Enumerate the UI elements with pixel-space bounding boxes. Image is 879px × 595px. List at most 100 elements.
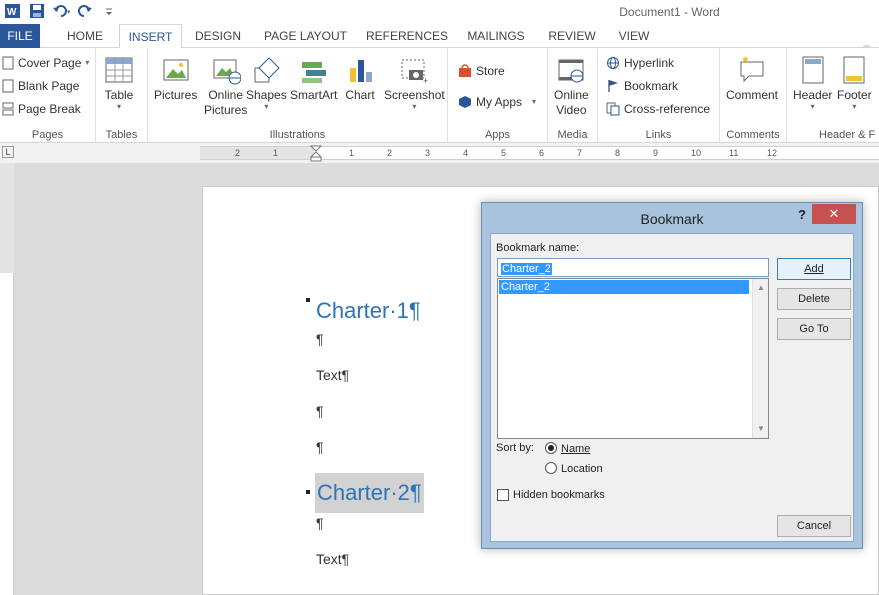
vertical-ruler-margin: [0, 163, 14, 273]
table-label: Table: [104, 88, 134, 102]
ruler-number: 10: [691, 148, 702, 158]
store-label: Store: [476, 64, 505, 78]
tab-references[interactable]: REFERENCES: [364, 24, 450, 48]
online-pictures-label-1: Online: [208, 88, 244, 102]
online-pictures-icon: [213, 59, 241, 85]
tab-file[interactable]: FILE: [0, 24, 40, 48]
online-video-button[interactable]: Online Video: [554, 54, 589, 118]
table-button[interactable]: Table ▾: [104, 54, 134, 111]
sort-by-label: Sort by:: [496, 442, 534, 454]
ruler-number: 12: [767, 148, 778, 158]
ruler-number: 8: [615, 148, 621, 158]
cover-page-label: Cover Page: [18, 56, 82, 70]
tab-insert[interactable]: INSERT: [119, 24, 182, 49]
header-label: Header: [793, 88, 833, 102]
ruler-number: 2: [387, 148, 393, 158]
tab-selector-icon[interactable]: L: [2, 146, 14, 158]
online-video-label-2: Video: [556, 103, 587, 117]
vertical-ruler[interactable]: [0, 163, 14, 595]
window-title: Document1 - Word: [619, 5, 720, 19]
bookmark-name-input[interactable]: Charter_2: [497, 258, 769, 277]
ruler-number: 1: [273, 148, 279, 158]
paragraph-text[interactable]: Text¶: [316, 551, 349, 567]
scroll-up-icon[interactable]: ▲: [753, 281, 769, 295]
cross-reference-label: Cross-reference: [624, 102, 711, 116]
online-video-icon: [558, 59, 584, 83]
paragraph-text[interactable]: Text¶: [316, 367, 349, 383]
shapes-button[interactable]: Shapes ▾: [246, 54, 287, 111]
indent-marker-icon[interactable]: [310, 145, 322, 163]
delete-button[interactable]: Delete: [777, 288, 851, 310]
ruler-number: 9: [653, 148, 659, 158]
goto-label: Go To: [799, 323, 829, 335]
tab-home[interactable]: HOME: [58, 24, 112, 48]
cancel-button[interactable]: Cancel: [777, 515, 851, 537]
paragraph-mark-bullet: [306, 490, 310, 494]
list-item[interactable]: Charter_2: [499, 280, 749, 294]
sort-name-label[interactable]: Name: [561, 443, 590, 455]
my-apps-button[interactable]: My Apps ▾: [458, 91, 536, 113]
bookmark-button[interactable]: Bookmark: [606, 75, 678, 97]
header-button[interactable]: Header ▾: [793, 54, 832, 111]
paragraph-empty[interactable]: ¶: [316, 331, 324, 347]
comment-button[interactable]: Comment: [726, 54, 778, 103]
goto-button[interactable]: Go To: [777, 318, 851, 340]
hidden-bookmarks-checkbox[interactable]: [497, 489, 509, 501]
smartart-button[interactable]: SmartArt: [290, 54, 337, 103]
sort-location-radio[interactable]: [545, 462, 557, 474]
paragraph-empty[interactable]: ¶: [316, 515, 324, 531]
horizontal-ruler[interactable]: 2 1 1 2 3 4 5 6 7 8 9 10 11 12: [200, 145, 879, 163]
group-links: Hyperlink Bookmark Cross-reference Links: [598, 48, 720, 143]
hyperlink-icon: [607, 57, 619, 69]
blank-page-button[interactable]: Blank Page: [2, 75, 79, 97]
tab-page-layout[interactable]: PAGE LAYOUT: [258, 24, 353, 48]
group-label-links: Links: [645, 129, 672, 141]
group-label-apps: Apps: [484, 129, 511, 141]
help-icon[interactable]: ?: [798, 207, 806, 222]
tab-mailings[interactable]: MAILINGS: [462, 24, 530, 48]
group-comments: Comment Comments: [720, 48, 787, 143]
footer-button[interactable]: Footer ▾: [837, 54, 872, 111]
bookmark-icon: [608, 80, 618, 92]
group-header-footer: Header ▾ Footer ▾ Header & F: [787, 48, 879, 143]
blank-page-label: Blank Page: [18, 79, 80, 93]
group-apps: Store My Apps ▾ Apps: [448, 48, 548, 143]
screenshot-icon: +: [401, 59, 429, 86]
add-button[interactable]: Add: [777, 258, 851, 280]
pictures-button[interactable]: Pictures: [154, 54, 197, 103]
smartart-icon: [301, 62, 326, 83]
ruler-number: 4: [463, 148, 469, 158]
chart-button[interactable]: Chart: [345, 54, 375, 103]
delete-label: Delete: [798, 293, 830, 305]
list-scrollbar[interactable]: ▲ ▼: [752, 279, 768, 438]
tab-design[interactable]: DESIGN: [190, 24, 246, 48]
screenshot-button[interactable]: + Screenshot ▾: [384, 54, 445, 111]
blank-page-icon: [2, 79, 14, 93]
online-pictures-button[interactable]: Online Pictures: [204, 54, 247, 118]
store-button[interactable]: Store: [458, 60, 505, 82]
page-break-button[interactable]: Page Break: [2, 98, 81, 120]
tab-view[interactable]: VIEW: [613, 24, 655, 48]
ribbon: Cover Page ▾ Blank Page Page Break Pages …: [0, 48, 879, 143]
scroll-down-icon[interactable]: ▼: [753, 422, 769, 436]
paragraph-empty[interactable]: ¶: [316, 403, 324, 419]
tab-review[interactable]: REVIEW: [544, 24, 600, 48]
online-pictures-label-2: Pictures: [204, 103, 248, 117]
paragraph-empty[interactable]: ¶: [316, 439, 324, 455]
hyperlink-button[interactable]: Hyperlink: [606, 52, 674, 74]
page-break-label: Page Break: [18, 102, 81, 116]
bookmark-list[interactable]: Charter_2 ▲ ▼: [497, 278, 769, 439]
sort-name-radio[interactable]: [545, 442, 557, 454]
close-icon[interactable]: ✕: [812, 204, 856, 224]
sort-location-label[interactable]: Location: [561, 463, 603, 475]
hidden-bookmarks-label[interactable]: Hidden bookmarks: [513, 489, 605, 501]
shapes-icon: [254, 57, 281, 83]
group-label-tables: Tables: [105, 129, 138, 141]
cover-page-button[interactable]: Cover Page ▾: [2, 52, 89, 74]
group-media: Online Video Media: [548, 48, 598, 143]
heading-charter-1[interactable]: Charter·1¶: [316, 298, 421, 324]
group-label-header-footer: Header & F: [819, 129, 876, 141]
heading-charter-2[interactable]: Charter·2¶: [315, 473, 424, 513]
cross-reference-button[interactable]: Cross-reference: [606, 98, 710, 120]
dialog-title-bar[interactable]: Bookmark ? ✕: [482, 203, 862, 233]
